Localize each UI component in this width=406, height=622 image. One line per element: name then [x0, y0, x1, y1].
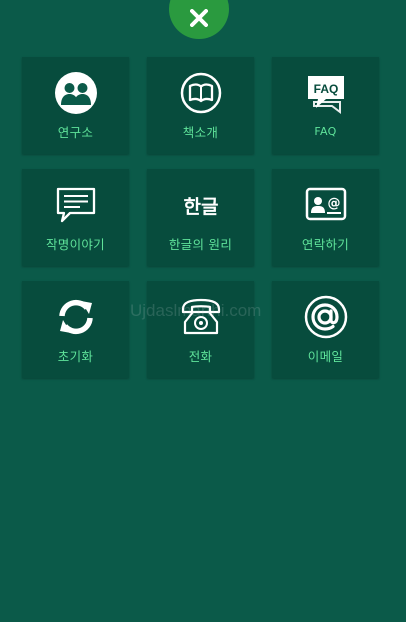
menu-item-faq[interactable]: FAQ FAQ	[272, 57, 379, 154]
menu-item-email[interactable]: 이메일	[272, 281, 379, 378]
menu-item-label: 연구소	[57, 125, 94, 140]
book-icon	[178, 70, 224, 116]
menu-item-label: 이메일	[307, 349, 344, 364]
faq-icon-text: FAQ	[313, 82, 338, 96]
menu-item-hangul[interactable]: 한글 한글의 원리	[147, 169, 254, 266]
hangul-icon-text: 한글	[183, 196, 218, 218]
people-icon	[53, 70, 99, 116]
menu-item-naming[interactable]: 작명이야기	[22, 169, 129, 266]
menu-grid: 연구소 책소개 FAQ FAQ 작명이야기 한글 한글의 원리 @ 연락하기 초…	[22, 57, 379, 378]
menu-item-label: 초기화	[57, 349, 94, 364]
hangul-icon: 한글	[178, 182, 224, 228]
close-button[interactable]	[169, 0, 229, 39]
refresh-icon	[53, 294, 99, 340]
faq-bubble-icon: FAQ	[303, 70, 349, 116]
menu-item-books[interactable]: 책소개	[147, 57, 254, 154]
menu-item-label: 한글의 원리	[168, 237, 233, 252]
telephone-icon	[178, 294, 224, 340]
menu-item-label: 연락하기	[301, 237, 350, 252]
close-icon	[190, 9, 208, 27]
menu-item-label: FAQ	[314, 125, 337, 138]
svg-text:@: @	[327, 196, 340, 211]
message-icon	[53, 182, 99, 228]
menu-item-phone[interactable]: 전화	[147, 281, 254, 378]
menu-item-label: 작명이야기	[45, 237, 105, 252]
menu-item-contact[interactable]: @ 연락하기	[272, 169, 379, 266]
contact-card-icon: @	[303, 182, 349, 228]
menu-item-reset[interactable]: 초기화	[22, 281, 129, 378]
menu-item-label: 전화	[188, 349, 213, 364]
menu-item-research[interactable]: 연구소	[22, 57, 129, 154]
menu-item-label: 책소개	[182, 125, 219, 140]
at-sign-icon	[303, 294, 349, 340]
